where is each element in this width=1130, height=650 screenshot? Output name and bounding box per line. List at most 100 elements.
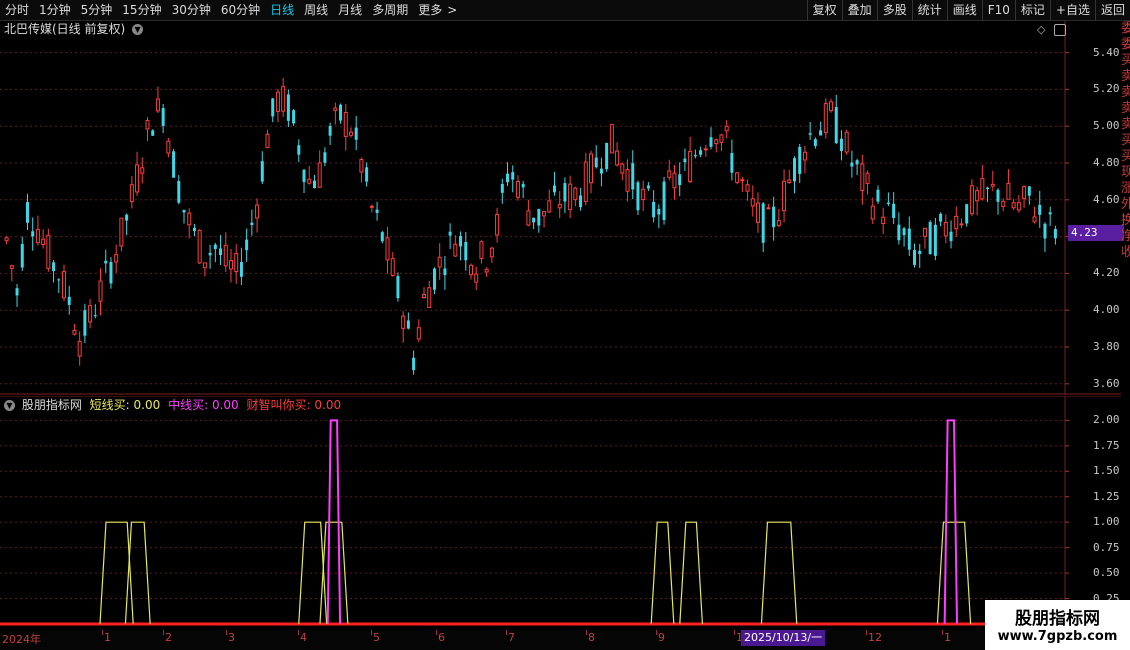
candle-body xyxy=(959,223,964,226)
candlestick-chart[interactable] xyxy=(0,21,1130,395)
cursor-date-label: 2025/10/13/一 xyxy=(741,630,826,646)
candle-body xyxy=(348,131,353,136)
period-tab-4[interactable]: 30分钟 xyxy=(167,0,216,20)
indicator-tick-label: 1.50 xyxy=(1093,464,1120,478)
candle-body xyxy=(699,150,703,155)
candle-body xyxy=(625,169,630,192)
candle-body xyxy=(526,210,531,226)
period-tab-0[interactable]: 分时 xyxy=(0,0,34,20)
candle-body xyxy=(468,264,473,276)
indicator-tick-label: 0.50 xyxy=(1093,566,1120,580)
candle-body xyxy=(693,155,697,157)
toolbar-button-8[interactable]: 返回 xyxy=(1094,0,1130,20)
period-tab-8[interactable]: 月线 xyxy=(333,0,367,20)
candle-body xyxy=(646,185,650,189)
candle-body xyxy=(865,172,870,184)
price-tick-label: 4.60 xyxy=(1093,192,1120,206)
indicator-tick-label: 2.00 xyxy=(1093,413,1120,427)
toolbar-button-3[interactable]: 统计 xyxy=(911,0,947,20)
stock-title: 北巴传媒(日线 前复权) xyxy=(4,22,126,36)
candle-body xyxy=(177,180,181,203)
toolbar-button-0[interactable]: 复权 xyxy=(806,0,842,20)
candle-body xyxy=(819,130,823,136)
month-tick xyxy=(656,630,657,635)
toolbar-button-2[interactable]: 多股 xyxy=(876,0,912,20)
toolbar-button-1[interactable]: 叠加 xyxy=(841,0,877,20)
candle-body xyxy=(41,238,46,245)
candle-body xyxy=(886,202,890,205)
indicator-tick-label: 1.00 xyxy=(1093,515,1120,529)
candle-body xyxy=(636,182,640,211)
candle-body xyxy=(589,153,594,184)
toolbar-button-5[interactable]: F10 xyxy=(981,0,1015,20)
side-label-8: 买 xyxy=(1121,149,1130,164)
candle-body xyxy=(500,183,504,193)
month-label: 1 xyxy=(944,631,951,644)
short-label: 短线买: xyxy=(89,398,130,412)
candle-body xyxy=(31,231,35,237)
candle-body xyxy=(1032,216,1037,223)
candle-body xyxy=(161,108,165,126)
indicator-tick-label: 1.75 xyxy=(1093,438,1120,452)
candle-body xyxy=(250,222,254,226)
candle-body xyxy=(479,241,484,259)
side-label-13: 净 xyxy=(1121,229,1130,244)
candle-body xyxy=(281,86,286,112)
candle-body xyxy=(416,327,421,340)
period-tab-3[interactable]: 15分钟 xyxy=(117,0,166,20)
candle-body xyxy=(129,184,134,203)
candle-body xyxy=(918,250,922,255)
period-tab-10[interactable]: 更多 xyxy=(413,0,447,20)
candle-body xyxy=(448,231,452,236)
candle-body xyxy=(245,239,249,251)
candle-body xyxy=(1022,186,1027,200)
candle-body xyxy=(933,224,937,256)
period-tab-2[interactable]: 5分钟 xyxy=(76,0,118,20)
candle-body xyxy=(223,244,228,267)
candle-body xyxy=(547,200,552,213)
candle-body xyxy=(489,247,494,258)
period-tab-1[interactable]: 1分钟 xyxy=(34,0,76,20)
toolbar-button-7[interactable]: +自选 xyxy=(1049,0,1095,20)
candle-body xyxy=(913,250,917,265)
indicator-panel[interactable]: ▼ 股朋指标网 短线买: 0.00 中线买: 0.00 财智叫你买: 0.00 … xyxy=(0,396,1130,626)
candle-body xyxy=(77,340,82,357)
candle-body xyxy=(583,161,588,202)
period-tab-7[interactable]: 周线 xyxy=(299,0,333,20)
watermark-title: 股朋指标网 xyxy=(1015,609,1100,629)
candle-body xyxy=(724,125,729,132)
toolbar-button-4[interactable]: 画线 xyxy=(946,0,982,20)
candle-body xyxy=(1006,182,1011,200)
candle-body xyxy=(67,296,71,305)
candle-body xyxy=(672,172,677,189)
candle-body xyxy=(354,127,358,140)
period-tab-9[interactable]: 多周期 xyxy=(367,0,413,20)
candle-body xyxy=(787,179,792,184)
candle-body xyxy=(265,133,270,149)
indicator-chart[interactable] xyxy=(0,396,1130,626)
layout-icon[interactable] xyxy=(1054,24,1066,36)
wealth-label: 财智叫你买: xyxy=(246,398,311,412)
price-panel[interactable]: 北巴传媒(日线 前复权) ▼ ◇ 5.405.205.004.804.604.4… xyxy=(0,21,1130,395)
more-arrow-icon[interactable]: > xyxy=(447,0,462,20)
period-toolbar: 分时 1分钟 5分钟 15分钟 30分钟 60分钟 日线 周线 月线 多周期 更多 > 复权 叠加 多股统… xyxy=(0,0,1130,21)
candle-body xyxy=(46,234,51,269)
diamond-icon[interactable]: ◇ xyxy=(1037,23,1045,36)
candle-body xyxy=(1001,200,1006,207)
candle-body xyxy=(427,287,432,308)
period-tab-6[interactable]: 日线 xyxy=(265,0,299,20)
candle-body xyxy=(464,241,468,261)
candle-body xyxy=(312,180,316,189)
chevron-down-icon[interactable]: ▼ xyxy=(132,24,144,35)
candle-body xyxy=(114,254,119,263)
chevron-down-icon[interactable]: ▼ xyxy=(4,400,15,411)
candle-body xyxy=(109,261,113,284)
period-tab-5[interactable]: 60分钟 xyxy=(216,0,265,20)
candle-body xyxy=(892,203,896,218)
candle-body xyxy=(412,357,416,371)
candle-body xyxy=(986,187,990,190)
candle-body xyxy=(1011,202,1016,209)
toolbar-button-6[interactable]: 标记 xyxy=(1014,0,1050,20)
candle-body xyxy=(307,178,312,184)
candle-body xyxy=(140,167,145,174)
